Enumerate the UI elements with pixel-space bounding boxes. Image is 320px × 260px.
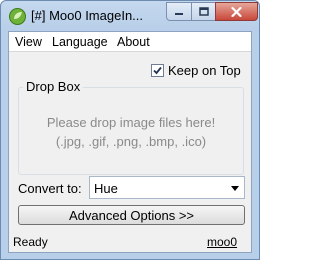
moo0-leaf-icon [9, 8, 26, 25]
client-area: View Language About Keep on Top Drop Box… [8, 31, 252, 253]
keep-on-top-label: Keep on Top [168, 62, 241, 78]
checkmark-icon [153, 66, 162, 74]
minimize-button[interactable] [166, 2, 192, 21]
convert-selected-value: Hue [94, 181, 118, 196]
menu-view[interactable]: View [15, 35, 42, 49]
drop-box[interactable] [18, 87, 244, 175]
chevron-down-icon [231, 186, 239, 191]
menu-language[interactable]: Language [52, 35, 108, 49]
moo0-link[interactable]: moo0 [207, 235, 237, 249]
checkbox-box[interactable] [151, 63, 164, 77]
close-button[interactable] [215, 2, 258, 21]
convert-select[interactable]: Hue [89, 176, 245, 199]
convert-to-label: Convert to: [18, 181, 82, 196]
advanced-options-label: Advanced Options >> [68, 207, 195, 223]
close-icon [231, 6, 242, 17]
minimize-icon [175, 12, 183, 15]
keep-on-top-checkbox[interactable]: Keep on Top [151, 62, 241, 78]
drop-box-legend: Drop Box [23, 79, 84, 94]
app-window: [#] Moo0 ImageIn... View Language About [0, 0, 260, 260]
title-bar[interactable]: [#] Moo0 ImageIn... [1, 1, 259, 31]
maximize-button[interactable] [191, 2, 216, 21]
drop-hint-formats: (.jpg, .gif, .png, .bmp, .ico) [55, 134, 207, 149]
window-title: [#] Moo0 ImageIn... [31, 8, 144, 23]
status-text: Ready [13, 235, 48, 249]
menu-bar: View Language About [9, 32, 251, 52]
drop-hint-text: Please drop image files here! [46, 115, 216, 130]
maximize-icon [198, 7, 209, 16]
menu-about[interactable]: About [117, 35, 150, 49]
advanced-options-button[interactable]: Advanced Options >> [18, 205, 245, 225]
